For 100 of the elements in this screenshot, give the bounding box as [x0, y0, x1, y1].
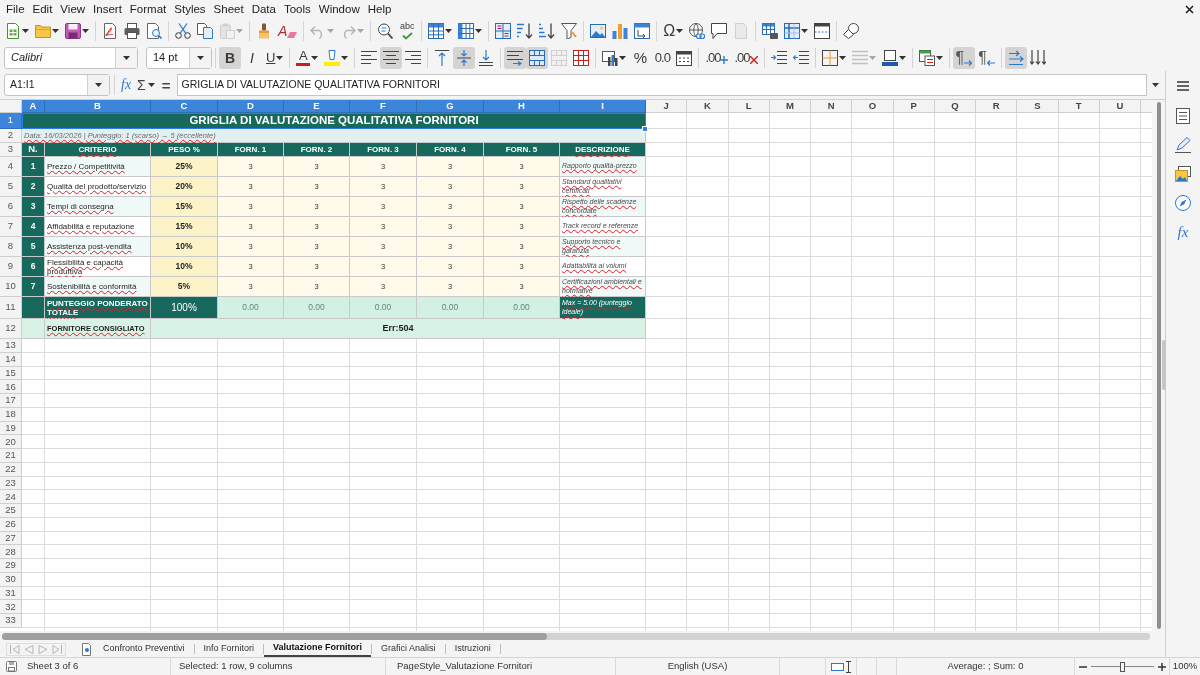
decimal-button[interactable]: 0.0: [651, 46, 674, 69]
bold-button[interactable]: B: [219, 46, 241, 69]
scrollbar-thumb[interactable]: [2, 632, 547, 640]
menu-item[interactable]: File: [2, 0, 29, 18]
column-header[interactable]: A: [22, 100, 45, 113]
column-header[interactable]: T: [1058, 100, 1100, 113]
horizontal-scrollbar[interactable]: [2, 632, 1150, 640]
fill-handle[interactable]: [642, 126, 648, 132]
font-color-button[interactable]: A: [293, 46, 322, 69]
sheet-tab[interactable]: Info Fornitori: [194, 641, 264, 657]
row-header[interactable]: 21: [0, 449, 22, 463]
row-header[interactable]: 25: [0, 504, 22, 518]
sum-button[interactable]: Σ: [134, 74, 158, 96]
sidebar-handle[interactable]: [1162, 340, 1166, 390]
row-header[interactable]: 7: [0, 217, 22, 237]
column-header[interactable]: C: [151, 100, 218, 113]
column-header[interactable]: O: [852, 100, 894, 113]
column-header[interactable]: H: [484, 100, 560, 113]
scrollbar-thumb[interactable]: [1156, 102, 1161, 629]
slider-thumb[interactable]: [1119, 661, 1125, 672]
row-header[interactable]: 24: [0, 490, 22, 504]
column-header[interactable]: E: [284, 100, 350, 113]
column-header[interactable]: F: [350, 100, 417, 113]
column-header[interactable]: M: [769, 100, 811, 113]
column-header[interactable]: P: [893, 100, 935, 113]
clear-formatting-button[interactable]: A: [275, 20, 301, 42]
row-header[interactable]: 17: [0, 394, 22, 408]
function-wizard-button[interactable]: fx: [118, 74, 135, 96]
menu-item[interactable]: Sheet: [209, 0, 248, 18]
column-header[interactable]: R: [976, 100, 1018, 113]
column-header[interactable]: I: [560, 100, 646, 113]
underline-button[interactable]: U: [263, 46, 287, 69]
menu-item[interactable]: Tools: [279, 0, 315, 18]
formula-input[interactable]: GRIGLIA DI VALUTAZIONE QUALITATIVA FORNITORI: [176, 74, 1147, 96]
column-header[interactable]: K: [687, 100, 729, 113]
italic-button[interactable]: I: [241, 46, 263, 69]
percent-button[interactable]: %: [629, 46, 652, 69]
sheet-tab[interactable]: Grafici Analisi: [372, 641, 445, 657]
close-icon[interactable]: [1185, 4, 1194, 14]
column-header[interactable]: B: [45, 100, 151, 113]
column-header[interactable]: N: [811, 100, 853, 113]
menu-item[interactable]: Styles: [170, 0, 210, 18]
add-decimal-button[interactable]: .00: [702, 46, 732, 69]
menu-item[interactable]: Insert: [89, 0, 126, 18]
row-header[interactable]: 6: [0, 197, 22, 217]
row-header[interactable]: 1: [0, 113, 22, 129]
row-header[interactable]: 29: [0, 559, 22, 573]
row-header[interactable]: 13: [0, 339, 22, 353]
menu-item[interactable]: View: [56, 0, 90, 18]
menu-item[interactable]: Format: [125, 0, 171, 18]
left-to-right-button[interactable]: ¶: [952, 46, 976, 69]
column-header[interactable]: U: [1099, 100, 1141, 113]
row-header[interactable]: 11: [0, 297, 22, 319]
save-button[interactable]: [62, 20, 92, 42]
zoom-in-icon[interactable]: [1157, 662, 1166, 671]
font-name-box[interactable]: Calibri: [4, 46, 138, 69]
row-header[interactable]: 10: [0, 277, 22, 297]
zoom-slider[interactable]: [1090, 661, 1154, 672]
zoom-percent[interactable]: 100%: [1169, 658, 1200, 675]
functions-deck-button[interactable]: fx: [1170, 219, 1196, 245]
row-header[interactable]: 2: [0, 129, 22, 143]
menu-item[interactable]: Data: [247, 0, 280, 18]
sheet-tab[interactable]: Istruzioni: [445, 641, 500, 657]
menu-item[interactable]: Edit: [28, 0, 57, 18]
print-button[interactable]: [121, 20, 143, 42]
row-header[interactable]: 12: [0, 319, 22, 339]
column-header[interactable]: Q: [934, 100, 976, 113]
row-header[interactable]: 16: [0, 380, 22, 394]
delete-decimal-button[interactable]: .00: [731, 46, 761, 69]
sheet-tab[interactable]: Valutazione Fornitori: [264, 641, 372, 657]
menu-item[interactable]: Window: [314, 0, 364, 18]
align-center-button[interactable]: [380, 46, 403, 69]
column-header[interactable]: J: [646, 100, 688, 113]
formula-button[interactable]: =: [157, 74, 175, 96]
menu-item[interactable]: Help: [363, 0, 396, 18]
column-header[interactable]: D: [218, 100, 284, 113]
right-to-left-button[interactable]: ¶: [975, 46, 998, 69]
column-header[interactable]: L: [728, 100, 770, 113]
row-header[interactable]: 33: [0, 614, 22, 628]
row-header[interactable]: 20: [0, 435, 22, 449]
column-header[interactable]: G: [417, 100, 484, 113]
font-size-box[interactable]: 14 pt: [146, 46, 212, 69]
spelling-button[interactable]: abc: [396, 20, 419, 42]
column-header[interactable]: S: [1017, 100, 1059, 113]
wrap-text-button[interactable]: [504, 46, 527, 69]
cut-button[interactable]: [172, 20, 194, 42]
row-header[interactable]: 32: [0, 600, 22, 614]
row-header[interactable]: 3: [0, 143, 22, 157]
special-character-button[interactable]: Ω: [660, 20, 687, 42]
merge-center-button[interactable]: [526, 46, 549, 69]
row-header[interactable]: 9: [0, 257, 22, 277]
selection-mode-icon[interactable]: [831, 662, 844, 671]
row-header[interactable]: 28: [0, 545, 22, 559]
row-header[interactable]: 5: [0, 177, 22, 197]
row-header[interactable]: 8: [0, 237, 22, 257]
copy-button[interactable]: [194, 20, 216, 42]
text-direction-button[interactable]: [1004, 46, 1027, 69]
sheet-tab[interactable]: Confronto Preventivi: [94, 641, 194, 657]
name-box[interactable]: A1:I1: [4, 74, 110, 96]
row-header[interactable]: 4: [0, 157, 22, 177]
